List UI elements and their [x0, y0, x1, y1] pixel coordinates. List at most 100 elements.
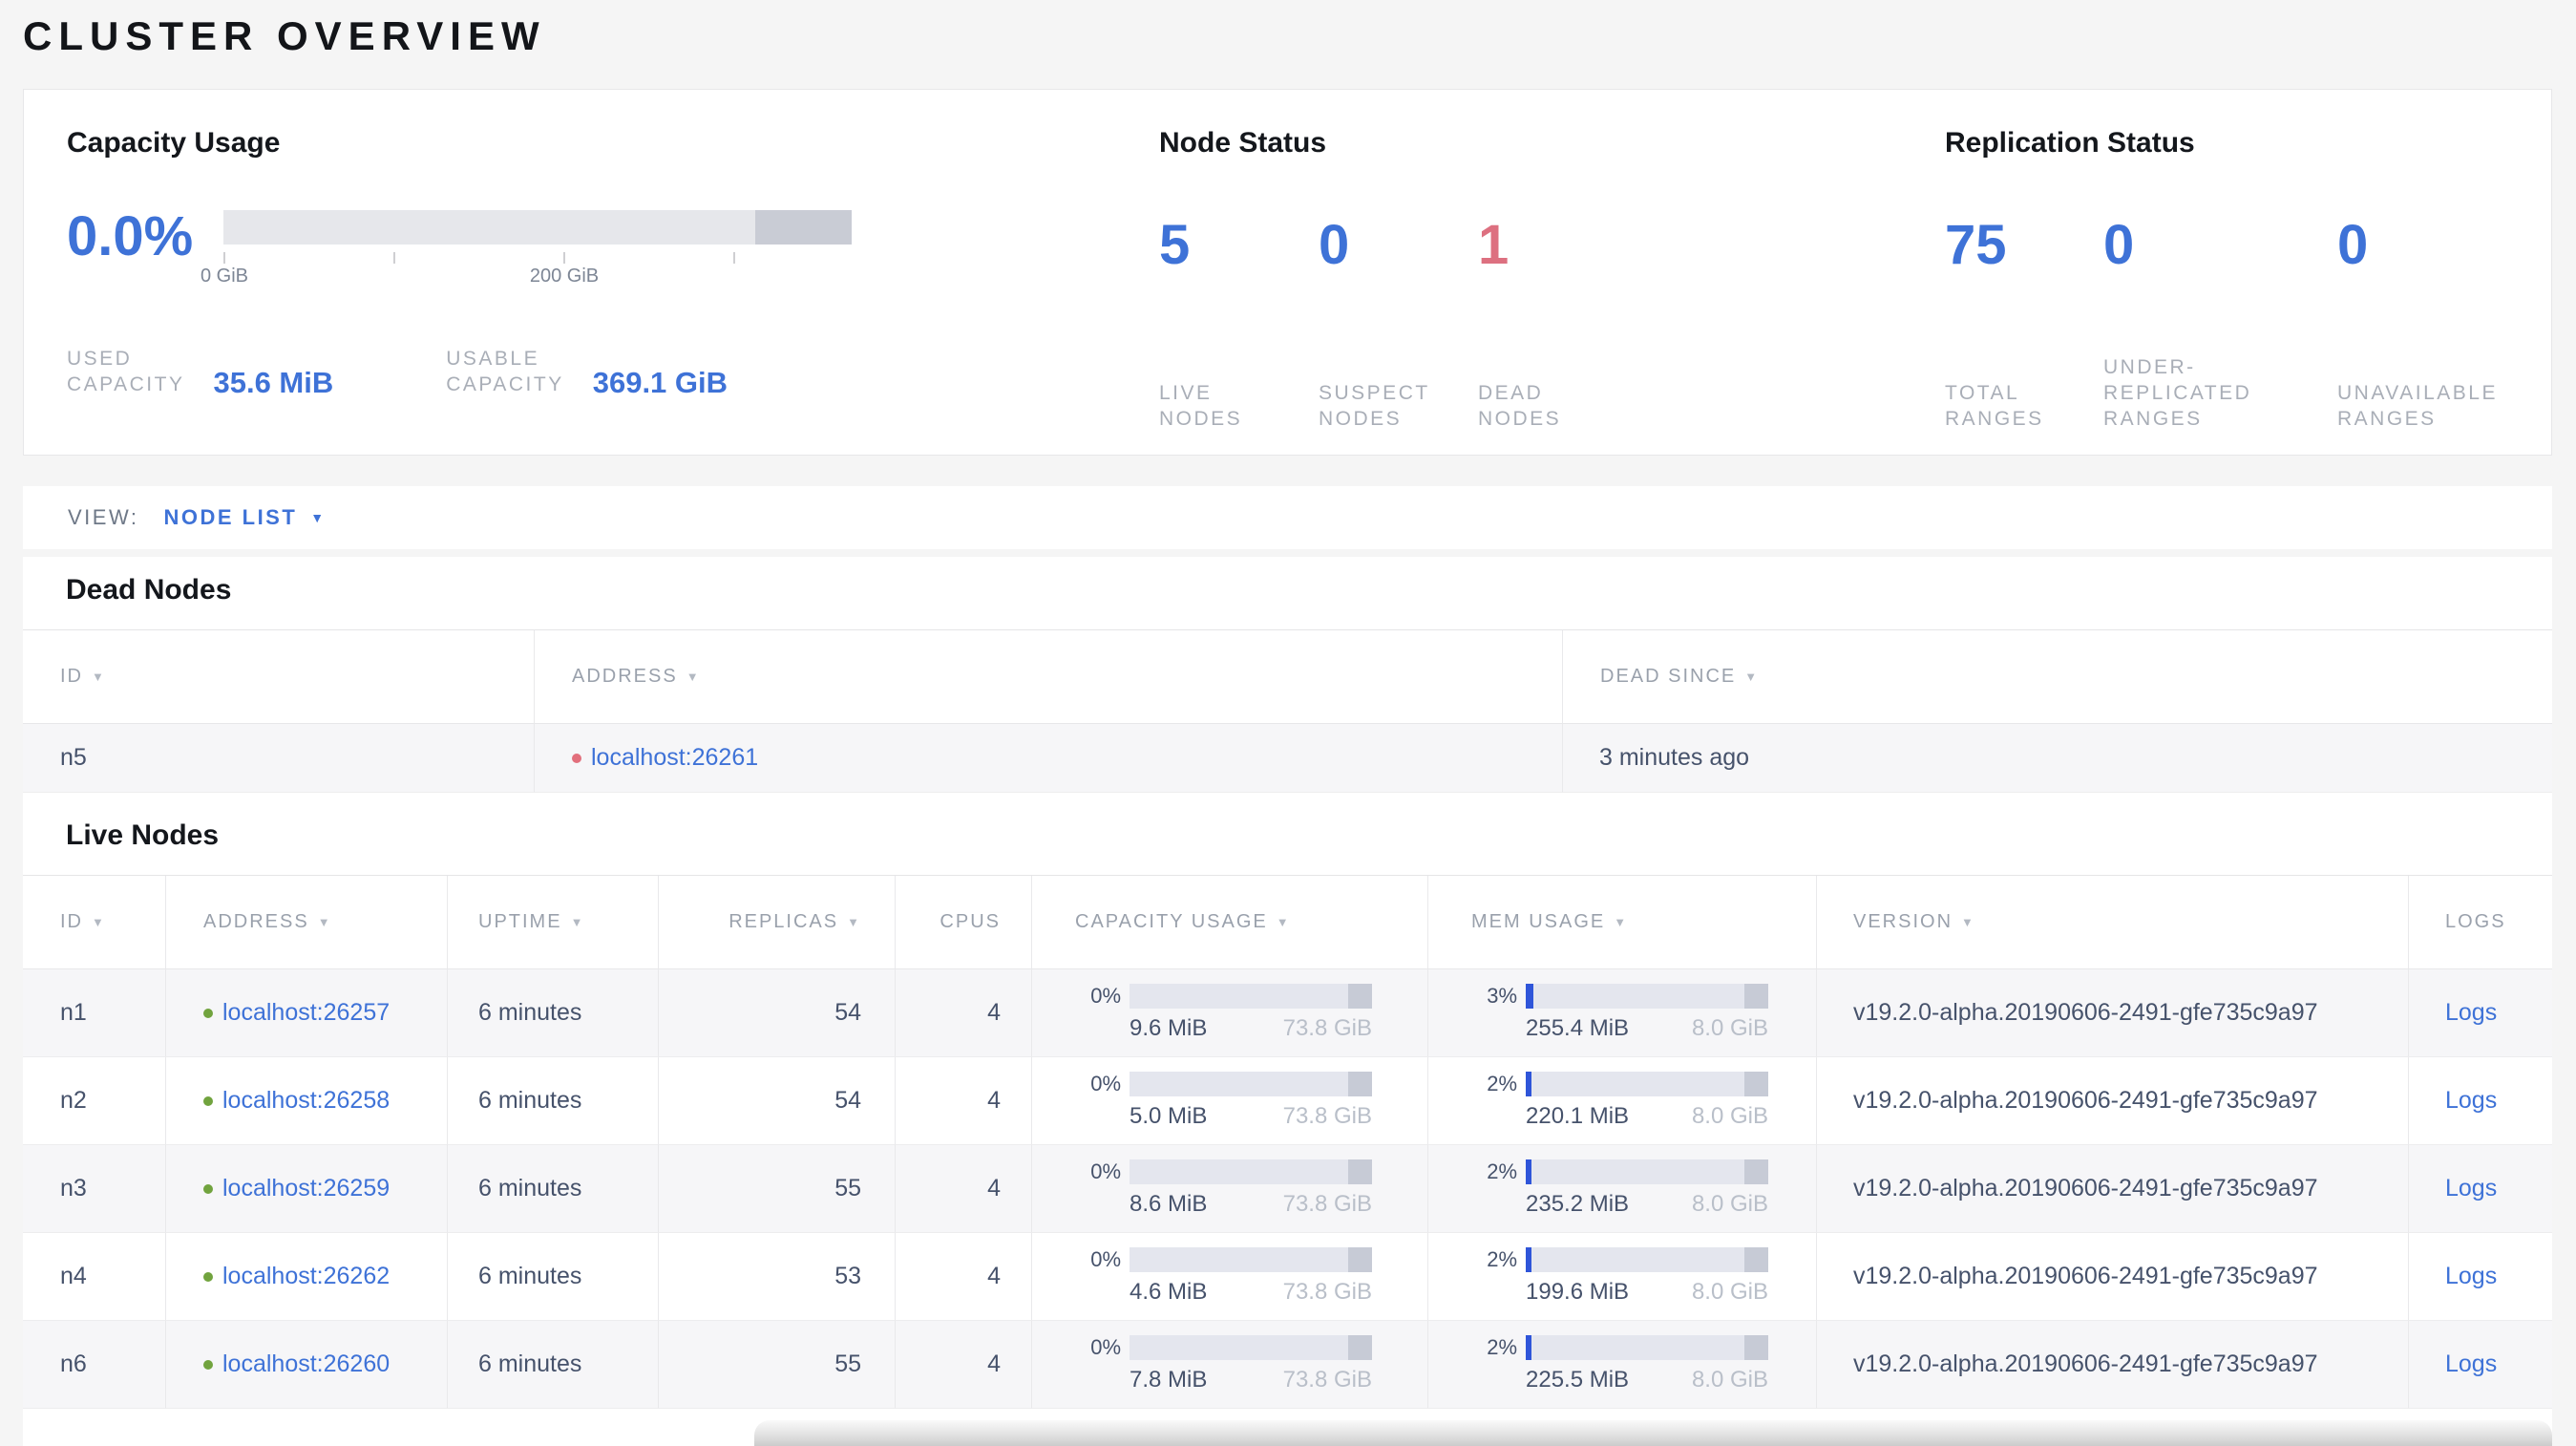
capacity-usage-percent: 0%: [1090, 984, 1121, 1008]
capacity-usage-cell: 0% 9.6 MiB 73.8 GiB: [1031, 969, 1427, 1057]
under-replicated-ranges-stat: 0 UNDER- REPLICATED RANGES: [2103, 216, 2337, 432]
used-capacity-value: 35.6 MiB: [213, 366, 334, 399]
mem-usage-reserved-segment: [1744, 1159, 1768, 1184]
sort-desc-icon: ▼: [686, 670, 701, 684]
logs-link[interactable]: Logs: [2445, 1263, 2497, 1290]
cpus-cell: 4: [895, 1321, 1031, 1409]
unavailable-ranges-stat: 0 UNAVAILABLE RANGES: [2337, 216, 2498, 432]
dead-nodes-label: DEAD NODES: [1478, 382, 1562, 430]
version-cell: v19.2.0-alpha.20190606-2491-gfe735c9a97: [1816, 969, 2408, 1057]
node-address-cell: localhost:26257: [165, 969, 447, 1057]
col-header-dead-since[interactable]: DEAD SINCE ▼: [1562, 630, 2552, 724]
capacity-usage-bar: 0% 9.6 MiB 73.8 GiB: [1075, 984, 1372, 1042]
capacity-usage-percent: 0%: [1090, 1335, 1121, 1359]
logs-link[interactable]: Logs: [2445, 1175, 2497, 1202]
mem-usage-reserved-segment: [1744, 1335, 1768, 1360]
col-header-version[interactable]: VERSION ▼: [1816, 876, 2408, 969]
col-header-mem-usage[interactable]: MEM USAGE ▼: [1427, 876, 1816, 969]
capacity-usage-reserved-segment: [1348, 1072, 1372, 1096]
cluster-overview-page: CLUSTER OVERVIEW Capacity Usage 0.0% 0 G…: [23, 0, 2552, 1446]
logs-link[interactable]: Logs: [2445, 999, 2497, 1027]
live-nodes-table: ID ▼ ADDRESS ▼ UPTIME ▼ REPLICAS ▼ CPUS CAPACITY …: [23, 875, 2552, 1409]
node-address-link[interactable]: localhost:26262: [222, 1263, 390, 1290]
col-header-address[interactable]: ADDRESS ▼: [165, 876, 447, 969]
live-status-dot-icon: [203, 1008, 213, 1018]
col-header-address[interactable]: ADDRESS ▼: [534, 630, 1562, 724]
capacity-usage-track: [1130, 984, 1372, 1009]
capacity-usage-track: [1130, 1072, 1372, 1096]
capacity-usage-bar: 0% 5.0 MiB 73.8 GiB: [1075, 1072, 1372, 1130]
mem-usage-track: [1526, 1247, 1768, 1272]
capacity-used-value: 4.6 MiB: [1130, 1279, 1208, 1305]
version-cell: v19.2.0-alpha.20190606-2491-gfe735c9a97: [1816, 1321, 2408, 1409]
view-mode-dropdown[interactable]: NODE LIST ▼: [163, 505, 326, 530]
capacity-usage-reserved-segment: [1348, 984, 1372, 1009]
node-address-link[interactable]: localhost:26258: [222, 1087, 390, 1115]
usable-capacity-stat: USABLE CAPACITY 369.1 GiB: [446, 346, 728, 399]
sort-desc-icon: ▼: [92, 670, 106, 684]
col-header-id[interactable]: ID ▼: [23, 876, 165, 969]
sort-desc-icon: ▼: [1614, 915, 1629, 929]
mem-usage-track: [1526, 1335, 1768, 1360]
col-header-logs: LOGS: [2408, 876, 2552, 969]
col-header-id[interactable]: ID ▼: [23, 630, 534, 724]
mem-usage-cell: 3% 255.4 MiB 8.0 GiB: [1427, 969, 1816, 1057]
chevron-down-icon: ▼: [310, 510, 327, 525]
capacity-usage-reserved-segment: [1348, 1159, 1372, 1184]
col-header-label: UPTIME: [478, 911, 562, 932]
node-address-link[interactable]: localhost:26261: [591, 744, 758, 772]
logs-cell: Logs: [2408, 1057, 2552, 1145]
col-header-label: MEM USAGE: [1471, 911, 1606, 932]
usable-capacity-label: USABLE CAPACITY: [446, 348, 564, 395]
capacity-axis-labels: 0 GiB 200 GiB: [201, 266, 852, 290]
logs-cell: Logs: [2408, 1233, 2552, 1321]
used-capacity-label: USED CAPACITY: [67, 348, 185, 395]
node-address-link[interactable]: localhost:26260: [222, 1350, 390, 1378]
under-replicated-ranges-count: 0: [2103, 214, 2135, 276]
live-nodes-stat: 5 LIVE NODES: [1159, 216, 1319, 432]
mem-usage-bar: 2% 235.2 MiB 8.0 GiB: [1471, 1159, 1768, 1218]
mem-usage-track: [1526, 1159, 1768, 1184]
capacity-usage-cell: 0% 4.6 MiB 73.8 GiB: [1031, 1233, 1427, 1321]
cpus-cell: 4: [895, 1057, 1031, 1145]
logs-link[interactable]: Logs: [2445, 1350, 2497, 1378]
col-header-label: REPLICAS: [728, 911, 839, 932]
axis-label-0gib: 0 GiB: [200, 266, 249, 287]
capacity-total-value: 73.8 GiB: [1282, 1191, 1372, 1217]
mem-total-value: 8.0 GiB: [1691, 1191, 1768, 1217]
col-header-capacity-usage[interactable]: CAPACITY USAGE ▼: [1031, 876, 1427, 969]
replicas-cell: 54: [658, 969, 895, 1057]
page-title: CLUSTER OVERVIEW: [23, 13, 546, 58]
capacity-total-value: 73.8 GiB: [1282, 1279, 1372, 1305]
node-address-link[interactable]: localhost:26257: [222, 999, 390, 1027]
mem-used-value: 255.4 MiB: [1526, 1015, 1630, 1041]
mem-total-value: 8.0 GiB: [1691, 1367, 1768, 1393]
uptime-cell: 6 minutes: [447, 1057, 658, 1145]
col-header-uptime[interactable]: UPTIME ▼: [447, 876, 658, 969]
col-header-label: ID: [60, 911, 83, 932]
live-nodes-count: 5: [1159, 214, 1191, 276]
mem-usage-reserved-segment: [1744, 1072, 1768, 1096]
mem-usage-used-segment: [1526, 1335, 1531, 1360]
cpus-cell: 4: [895, 1233, 1031, 1321]
mem-usage-cell: 2% 235.2 MiB 8.0 GiB: [1427, 1145, 1816, 1233]
version-cell: v19.2.0-alpha.20190606-2491-gfe735c9a97: [1816, 1057, 2408, 1145]
capacity-axis-ticks: [223, 252, 852, 264]
capacity-usage-reserved-segment: [1348, 1335, 1372, 1360]
node-address-link[interactable]: localhost:26259: [222, 1175, 390, 1202]
capacity-usage-bar: 0% 4.6 MiB 73.8 GiB: [1075, 1247, 1372, 1306]
dead-nodes-heading: Dead Nodes: [66, 574, 232, 606]
node-status-title: Node Status: [1159, 127, 1327, 159]
logs-link[interactable]: Logs: [2445, 1087, 2497, 1115]
node-id-cell: n5: [23, 724, 534, 793]
col-header-label: CAPACITY USAGE: [1075, 911, 1268, 932]
capacity-usage-bar: 0% 8.6 MiB 73.8 GiB: [1075, 1159, 1372, 1218]
mem-usage-percent: 2%: [1487, 1159, 1517, 1183]
capacity-used-value: 9.6 MiB: [1130, 1015, 1208, 1041]
node-address-cell: localhost:26261: [534, 724, 1562, 793]
under-replicated-ranges-label: UNDER- REPLICATED RANGES: [2103, 356, 2252, 430]
col-header-label: CPUS: [940, 911, 1001, 932]
col-header-replicas[interactable]: REPLICAS ▼: [658, 876, 895, 969]
total-ranges-label: TOTAL RANGES: [1945, 382, 2044, 430]
suspect-nodes-label: SUSPECT NODES: [1319, 382, 1430, 430]
